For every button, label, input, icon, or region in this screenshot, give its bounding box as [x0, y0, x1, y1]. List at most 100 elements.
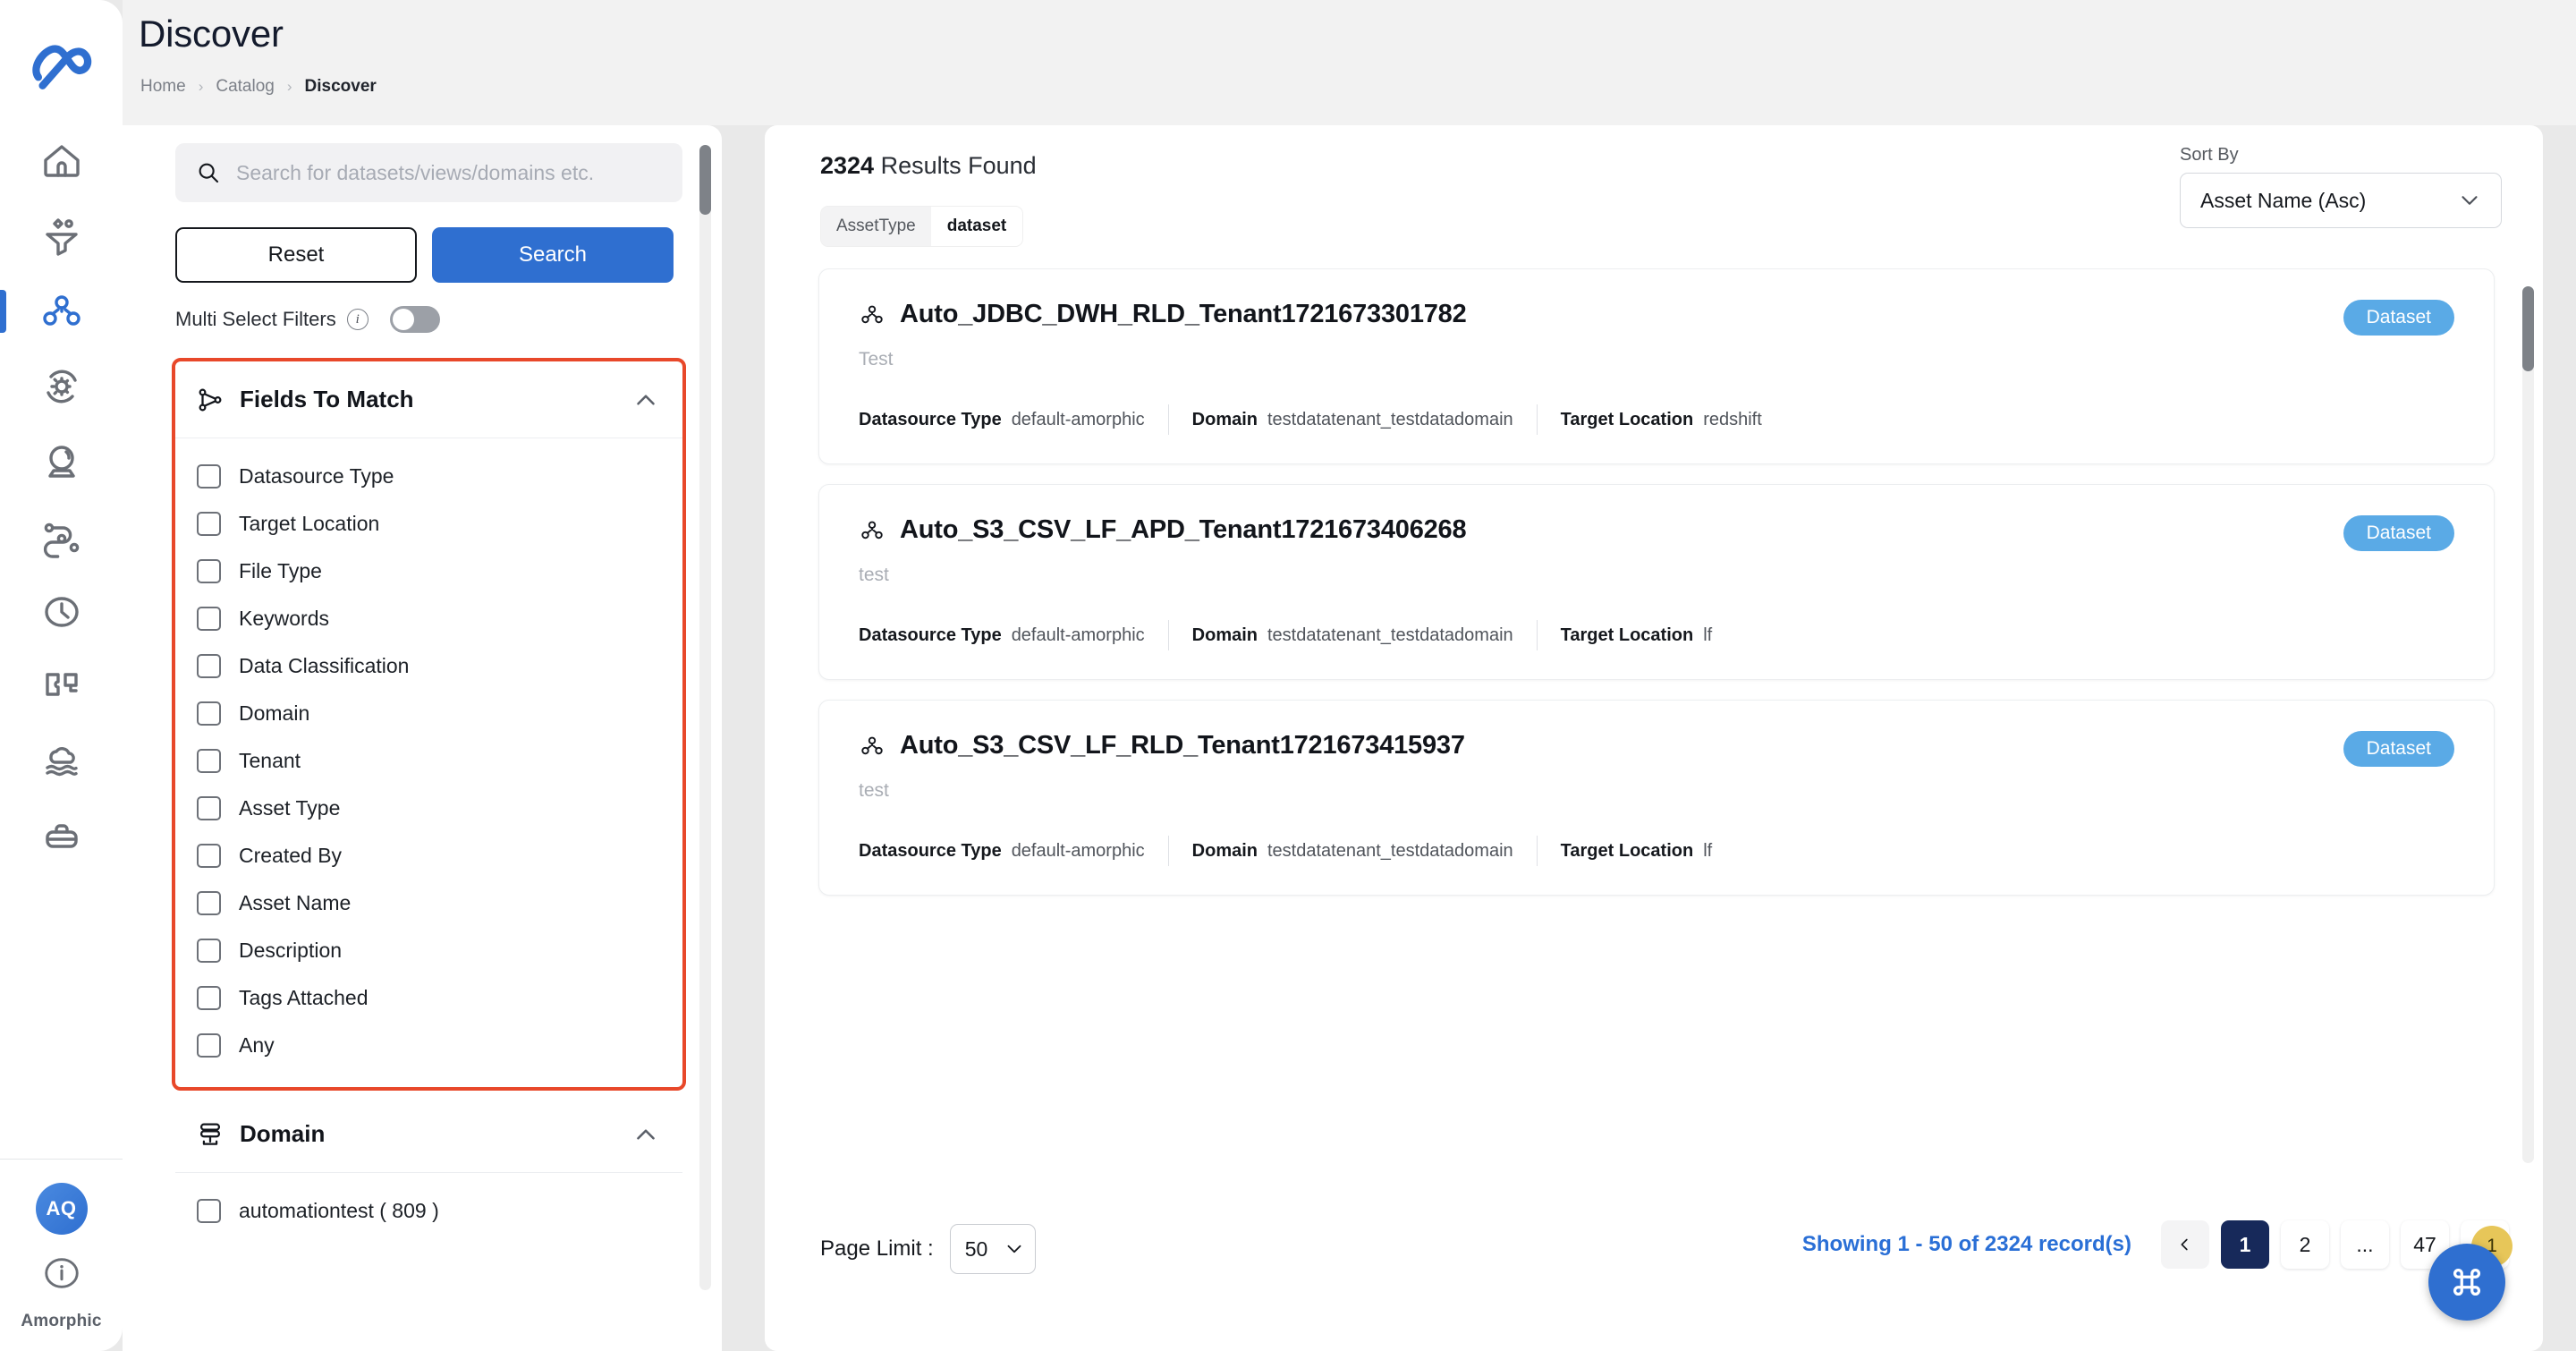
- pagination-ellipsis[interactable]: ...: [2341, 1220, 2389, 1269]
- filter-option-tenant[interactable]: Tenant: [197, 737, 661, 785]
- multi-select-filters-label: Multi Select Filters: [175, 308, 336, 330]
- chip-key: AssetType: [821, 207, 931, 246]
- sidebar-item-data-lake[interactable]: [0, 725, 123, 800]
- checkbox[interactable]: [197, 654, 221, 678]
- sidebar-item-workflows[interactable]: [0, 499, 123, 574]
- results-count: 2324 Results Found: [820, 152, 1037, 180]
- option-label: Description: [239, 939, 343, 962]
- amorphic-infinity-logo-icon[interactable]: [28, 30, 96, 98]
- checkbox[interactable]: [197, 512, 221, 536]
- checkbox[interactable]: [197, 1199, 221, 1223]
- filter-option-any[interactable]: Any: [197, 1022, 661, 1069]
- option-label: Created By: [239, 844, 343, 867]
- filter-option-created-by[interactable]: Created By: [197, 832, 661, 879]
- avatar[interactable]: AQ: [35, 1183, 88, 1235]
- results-scrollbar[interactable]: [2522, 286, 2534, 1163]
- pagination: Showing 1 - 50 of 2324 record(s) 1 2 ...…: [1802, 1220, 2509, 1269]
- search-button[interactable]: Search: [432, 227, 674, 283]
- filter-option-target-location[interactable]: Target Location: [197, 500, 661, 548]
- breadcrumb-catalog[interactable]: Catalog: [216, 77, 275, 97]
- sidebar-item-projects[interactable]: [0, 800, 123, 875]
- checkbox[interactable]: [197, 464, 221, 489]
- checkbox[interactable]: [197, 796, 221, 820]
- result-card-title-row: Auto_JDBC_DWH_RLD_Tenant1721673301782: [859, 300, 2454, 329]
- meta-value: testdatatenant_testdatadomain: [1267, 409, 1513, 429]
- option-label: Any: [239, 1033, 275, 1057]
- sort-by-select[interactable]: Asset Name (Asc): [2180, 173, 2502, 228]
- sidebar-item-data-pipelines[interactable]: [0, 199, 123, 274]
- sidebar: AQ Amorphic: [0, 0, 123, 1351]
- sidebar-item-integrations[interactable]: [0, 650, 123, 725]
- filter-option-asset-name[interactable]: Asset Name: [197, 879, 661, 927]
- sidebar-item-automation[interactable]: [0, 349, 123, 424]
- results-panel: 2324 Results Found AssetType dataset Sor…: [765, 125, 2543, 1351]
- meta-key: Target Location: [1560, 840, 1694, 861]
- checkbox[interactable]: [197, 891, 221, 915]
- filter-option-datasource-type[interactable]: Datasource Type: [197, 453, 661, 500]
- search-box[interactable]: [175, 143, 682, 202]
- checkbox[interactable]: [197, 559, 221, 583]
- checkbox[interactable]: [197, 749, 221, 773]
- page-limit-label: Page Limit :: [820, 1236, 934, 1261]
- filter-option-automationtest[interactable]: automationtest ( 809 ): [197, 1187, 661, 1235]
- pagination-prev-button[interactable]: [2161, 1220, 2209, 1269]
- multi-select-filters-row: Multi Select Filters i: [175, 306, 682, 333]
- filter-section-fields-to-match-header[interactable]: Fields To Match: [175, 361, 682, 438]
- page-limit-select[interactable]: 50: [949, 1224, 1036, 1274]
- reset-button[interactable]: Reset: [175, 227, 417, 283]
- checkbox[interactable]: [197, 1033, 221, 1058]
- checkbox[interactable]: [197, 844, 221, 868]
- result-card[interactable]: Auto_S3_CSV_LF_RLD_Tenant1721673415937 t…: [818, 700, 2495, 896]
- filter-section-domain-header[interactable]: Domain: [175, 1096, 682, 1173]
- breadcrumb-home[interactable]: Home: [140, 77, 186, 97]
- filter-option-data-classification[interactable]: Data Classification: [197, 642, 661, 690]
- sidebar-item-home[interactable]: [0, 123, 123, 199]
- filter-panel-scrollbar[interactable]: [699, 145, 711, 1290]
- filter-option-tags-attached[interactable]: Tags Attached: [197, 974, 661, 1022]
- meta-key: Domain: [1191, 625, 1258, 645]
- filter-panel-scroll-content: Reset Search Multi Select Filters i F: [123, 125, 722, 1305]
- filter-option-description[interactable]: Description: [197, 927, 661, 974]
- meta-divider: [1536, 620, 1538, 650]
- domain-stack-icon: [199, 1123, 221, 1145]
- result-card-meta: Datasource Type default-amorphic Domain …: [859, 404, 2454, 435]
- sidebar-item-catalog[interactable]: [0, 274, 123, 349]
- info-circle-icon[interactable]: [41, 1253, 82, 1294]
- option-label: Asset Name: [239, 891, 352, 914]
- pagination-page-2[interactable]: 2: [2281, 1220, 2329, 1269]
- filter-option-asset-type[interactable]: Asset Type: [197, 785, 661, 832]
- chevron-up-icon[interactable]: [631, 385, 661, 415]
- showing-records-text: Showing 1 - 50 of 2324 record(s): [1801, 1232, 2131, 1256]
- sidebar-item-insights[interactable]: [0, 424, 123, 499]
- pagination-page-1[interactable]: 1: [2221, 1220, 2269, 1269]
- sidebar-item-schedules[interactable]: [0, 574, 123, 650]
- checkbox[interactable]: [197, 939, 221, 963]
- chevron-up-icon[interactable]: [631, 1119, 661, 1150]
- chevron-left-icon: [2181, 1238, 2188, 1251]
- scrollbar-thumb[interactable]: [699, 145, 711, 215]
- result-card[interactable]: Auto_JDBC_DWH_RLD_Tenant1721673301782 Te…: [818, 268, 2495, 464]
- scrollbar-thumb[interactable]: [2522, 286, 2534, 371]
- checkbox[interactable]: [197, 986, 221, 1010]
- checkbox[interactable]: [197, 701, 221, 726]
- filter-option-keywords[interactable]: Keywords: [197, 595, 661, 642]
- result-card-description: test: [859, 780, 889, 801]
- option-label: Keywords: [239, 607, 329, 630]
- command-palette-fab[interactable]: [2428, 1244, 2505, 1321]
- search-input[interactable]: [236, 160, 663, 185]
- option-label: Target Location: [239, 512, 380, 535]
- meta-divider: [1167, 620, 1169, 650]
- results-list: Auto_JDBC_DWH_RLD_Tenant1721673301782 Te…: [792, 268, 2527, 1172]
- filter-chip-assettype[interactable]: AssetType dataset: [820, 206, 1024, 247]
- multi-select-filters-toggle[interactable]: [389, 306, 440, 333]
- option-label: Tenant: [239, 749, 301, 772]
- result-card-title: Auto_JDBC_DWH_RLD_Tenant1721673301782: [900, 300, 1467, 328]
- meta-key: Datasource Type: [859, 625, 1002, 645]
- option-label: automationtest ( 809 ): [239, 1199, 439, 1222]
- filter-option-file-type[interactable]: File Type: [197, 548, 661, 595]
- result-card[interactable]: Auto_S3_CSV_LF_APD_Tenant1721673406268 t…: [818, 484, 2495, 680]
- checkbox[interactable]: [197, 607, 221, 631]
- filter-option-domain[interactable]: Domain: [197, 690, 661, 737]
- info-icon[interactable]: i: [346, 309, 369, 330]
- filter-section-title: Fields To Match: [240, 386, 414, 412]
